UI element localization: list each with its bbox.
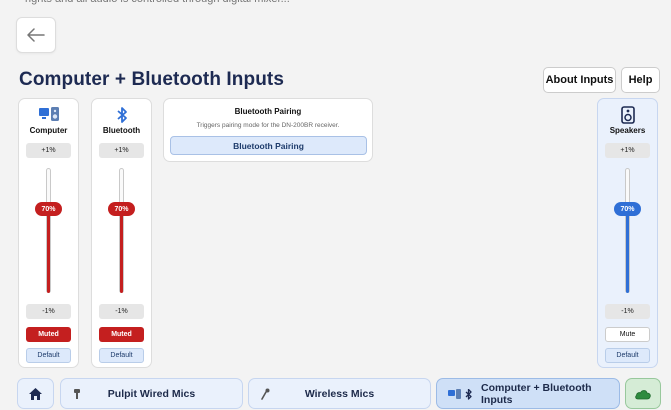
home-button[interactable] bbox=[17, 378, 54, 409]
nav-item-computer-bluetooth-inputs[interactable]: Computer + Bluetooth Inputs bbox=[436, 378, 620, 409]
bluetooth-icon bbox=[92, 106, 151, 124]
mute-button[interactable]: Muted bbox=[99, 327, 144, 342]
cloud-icon bbox=[635, 389, 651, 399]
volume-up-button[interactable]: +1% bbox=[99, 143, 144, 158]
volume-slider-fill bbox=[626, 209, 629, 293]
cloud-status-button[interactable] bbox=[625, 378, 661, 409]
volume-slider-fill bbox=[120, 209, 123, 293]
volume-slider-handle[interactable]: 70% bbox=[614, 202, 641, 216]
page-title: Computer + Bluetooth Inputs bbox=[19, 69, 284, 90]
computer-speaker-icon bbox=[19, 106, 78, 124]
default-button[interactable]: Default bbox=[605, 348, 650, 363]
pairing-description: Triggers pairing mode for the DN-200BR r… bbox=[196, 122, 340, 129]
computer-bluetooth-icon bbox=[448, 389, 472, 400]
channel-name: Speakers bbox=[609, 126, 646, 135]
nav-item-label: Pulpit Wired Mics bbox=[107, 387, 196, 400]
channel-name: Computer bbox=[29, 126, 68, 135]
volume-slider-handle[interactable]: 70% bbox=[108, 202, 135, 216]
channel-strip-speakers: Speakers +1% 70% -1% Mute Default bbox=[597, 98, 658, 368]
volume-down-button[interactable]: -1% bbox=[605, 304, 650, 319]
channel-strip-computer: Computer +1% 70% -1% Muted Default bbox=[18, 98, 79, 368]
channel-strip-bluetooth: Bluetooth +1% 70% -1% Muted Default bbox=[91, 98, 152, 368]
bottom-nav: Pulpit Wired Mics Wireless Mics Computer… bbox=[0, 371, 671, 410]
clipped-top-text: rights and all audio is controlled throu… bbox=[0, 0, 671, 12]
default-button[interactable]: Default bbox=[26, 348, 71, 363]
volume-down-button[interactable]: -1% bbox=[99, 304, 144, 319]
bluetooth-pairing-button[interactable]: Bluetooth Pairing bbox=[170, 136, 367, 155]
pairing-title: Bluetooth Pairing bbox=[234, 107, 302, 116]
nav-item-label: Wireless Mics bbox=[304, 387, 375, 400]
nav-item-pulpit-wired-mics[interactable]: Pulpit Wired Mics bbox=[60, 378, 243, 409]
speaker-icon bbox=[598, 106, 657, 124]
about-inputs-button[interactable]: About Inputs bbox=[543, 67, 616, 93]
mute-button[interactable]: Muted bbox=[26, 327, 71, 342]
nav-item-wireless-mics[interactable]: Wireless Mics bbox=[248, 378, 431, 409]
default-button[interactable]: Default bbox=[99, 348, 144, 363]
arrow-left-icon bbox=[27, 28, 45, 42]
channel-name: Bluetooth bbox=[102, 126, 141, 135]
mute-button[interactable]: Mute bbox=[605, 327, 650, 342]
home-icon bbox=[29, 387, 42, 400]
volume-up-button[interactable]: +1% bbox=[26, 143, 71, 158]
volume-down-button[interactable]: -1% bbox=[26, 304, 71, 319]
bluetooth-pairing-card: Bluetooth Pairing Triggers pairing mode … bbox=[163, 98, 373, 162]
nav-item-label: Computer + Bluetooth Inputs bbox=[481, 381, 592, 406]
help-button[interactable]: Help bbox=[621, 67, 660, 93]
volume-slider-fill bbox=[47, 209, 50, 293]
back-button[interactable] bbox=[16, 17, 56, 53]
volume-up-button[interactable]: +1% bbox=[605, 143, 650, 158]
volume-slider-handle[interactable]: 70% bbox=[35, 202, 62, 216]
